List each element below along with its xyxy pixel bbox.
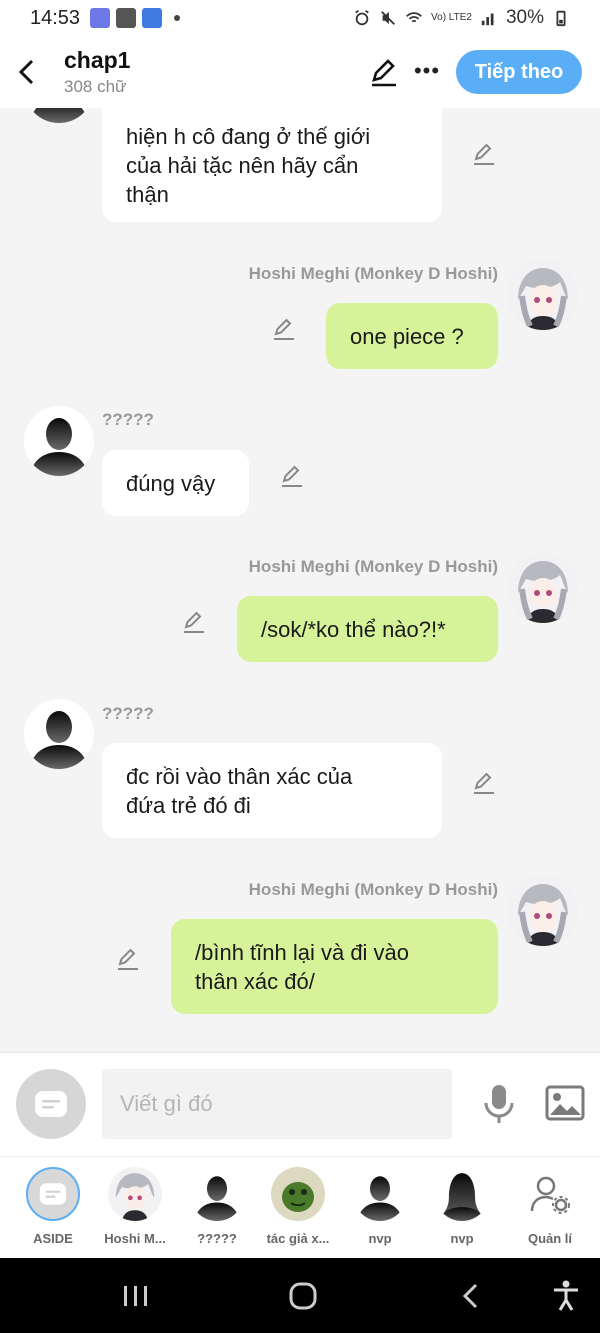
app-notification-icon [90, 8, 111, 28]
next-button[interactable]: Tiếp theo [456, 50, 582, 94]
edit-message-icon[interactable] [115, 945, 141, 971]
network-type: Vo) LTE2 [431, 12, 472, 23]
system-nav-bar [0, 1258, 600, 1333]
battery-percent: 30% [505, 7, 544, 28]
message-bubble[interactable]: one piece ? [326, 303, 498, 369]
manage-characters-button[interactable]: Quản lí [510, 1167, 590, 1246]
alarm-icon [355, 10, 369, 26]
edit-message-icon[interactable] [471, 769, 497, 795]
aside-toggle-button[interactable] [16, 1069, 86, 1139]
message-bubble[interactable]: /sok/*ko thể nào?!* [237, 596, 498, 662]
accessibility-icon[interactable] [546, 1276, 586, 1316]
chapter-title: chap1 [64, 47, 131, 73]
recent-apps-button[interactable] [116, 1276, 156, 1316]
sender-name: ????? [102, 410, 154, 429]
edit-message-icon[interactable] [271, 315, 297, 341]
message-bubble[interactable]: hiện h cô đang ở thế giới của hải tặc nê… [102, 108, 442, 222]
signal-icon [481, 13, 494, 26]
manage-user-icon [523, 1167, 577, 1221]
image-upload-icon[interactable] [545, 1085, 585, 1121]
silhouette-avatar[interactable] [24, 406, 94, 476]
mute-icon [381, 11, 395, 25]
app-header: chap1 308 chữ ••• Tiếp theo [0, 36, 600, 108]
noveltoon-icon [142, 8, 163, 28]
character-nvp-1[interactable]: nvp [340, 1167, 420, 1246]
character-author[interactable]: tác giả x... [258, 1167, 338, 1246]
sender-name: ????? [102, 704, 154, 723]
message-bubble[interactable]: đc rồi vào thân xác của đứa trẻ đó đi [102, 743, 442, 838]
more-notifications-icon [174, 15, 181, 21]
silhouette-avatar[interactable] [24, 108, 94, 123]
home-button[interactable] [283, 1276, 323, 1316]
back-arrow-icon [18, 59, 34, 85]
edit-message-icon[interactable] [279, 462, 305, 488]
status-bar: 14:53 Vo) LTE2 30% [0, 0, 600, 36]
character-nvp-2[interactable]: nvp [422, 1167, 502, 1246]
word-count: 308 chữ [64, 77, 127, 96]
aside-icon [35, 1091, 67, 1117]
anime-avatar[interactable] [508, 876, 578, 946]
edit-title-icon[interactable] [368, 56, 400, 88]
green-creature-avatar [271, 1167, 325, 1221]
sender-name: Hoshi Meghi (Monkey D Hoshi) [248, 557, 498, 576]
chat-area[interactable]: hiện h cô đang ở thế giới của hải tặc nê… [0, 108, 600, 1052]
back-nav-button[interactable] [451, 1276, 491, 1316]
sender-name: Hoshi Meghi (Monkey D Hoshi) [248, 264, 498, 283]
silhouette-avatar [353, 1167, 407, 1221]
sender-name: Hoshi Meghi (Monkey D Hoshi) [248, 880, 498, 899]
character-bar: ASIDE Hoshi M... ????? tác giả x... nvp … [0, 1156, 600, 1258]
aside-icon [26, 1167, 80, 1221]
more-options-icon[interactable]: ••• [414, 58, 440, 84]
back-button[interactable] [0, 36, 54, 108]
long-hair-silhouette-avatar [435, 1167, 489, 1221]
silhouette-avatar[interactable] [24, 699, 94, 769]
character-unknown[interactable]: ????? [177, 1167, 257, 1246]
character-aside[interactable]: ASIDE [13, 1167, 93, 1246]
wifi-icon [406, 12, 422, 23]
silhouette-avatar [190, 1167, 244, 1221]
edit-message-icon[interactable] [471, 140, 497, 166]
message-input[interactable] [102, 1069, 452, 1139]
facebook-icon [116, 8, 137, 28]
message-bubble[interactable]: /bình tĩnh lại và đi vào thân xác đó/ [171, 919, 498, 1014]
input-bar [0, 1052, 600, 1156]
microphone-icon[interactable] [480, 1083, 518, 1125]
character-hoshi[interactable]: Hoshi M... [95, 1167, 175, 1246]
anime-avatar[interactable] [508, 260, 578, 330]
anime-avatar [108, 1167, 162, 1221]
anime-avatar[interactable] [508, 553, 578, 623]
status-time: 14:53 [30, 6, 81, 29]
edit-message-icon[interactable] [181, 608, 207, 634]
battery-icon [556, 10, 566, 27]
message-bubble[interactable]: đúng vậy [102, 450, 249, 516]
